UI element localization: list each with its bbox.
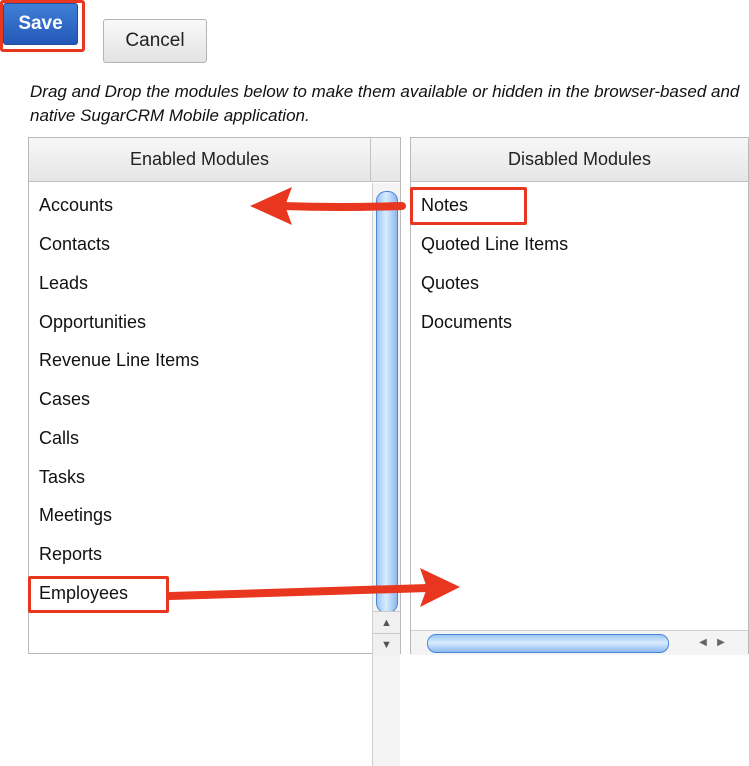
red-arrow-icon xyxy=(166,568,460,607)
red-arrow-icon xyxy=(250,187,406,225)
annotation-arrows xyxy=(166,187,460,607)
